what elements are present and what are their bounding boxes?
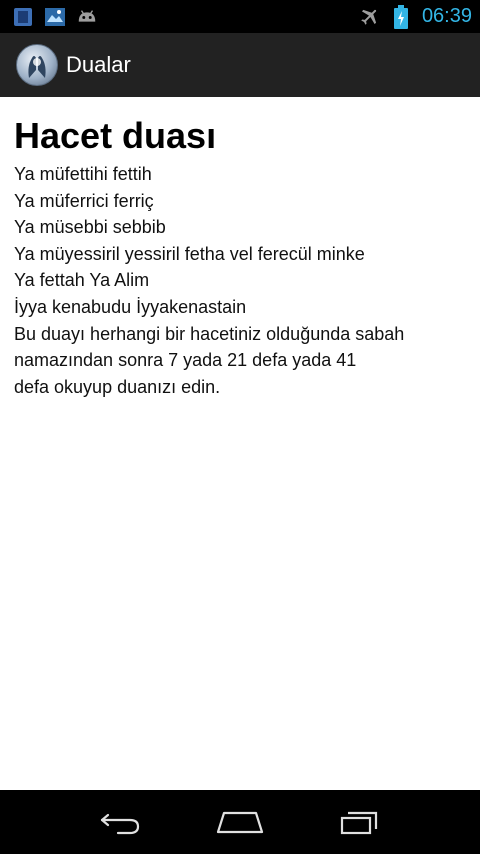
recent-apps-button[interactable] (330, 802, 390, 842)
home-icon (216, 811, 264, 834)
instruction-line-3: defa okuyup duanızı edin. (14, 376, 221, 397)
content-area: Hacet duası Ya müfettihi fettih Ya müfer… (0, 97, 480, 790)
image-notification-icon (44, 6, 66, 28)
prayer-line-3: Ya müsebbi sebbib (14, 217, 166, 238)
android-notification-icon (76, 6, 98, 28)
prayer-line-5: Ya fettah Ya Alim (14, 270, 150, 291)
page-title: Hacet duası (14, 115, 217, 156)
recent-apps-icon (340, 811, 378, 835)
back-icon (100, 813, 140, 835)
app-title: Dualar (66, 52, 131, 77)
instruction-line-1: Bu duayı herhangi bir hacetiniz olduğund… (14, 323, 405, 344)
prayer-line-2: Ya müferrici ferriç (14, 190, 154, 211)
battery-charging-icon (390, 4, 412, 29)
app-logo-icon[interactable] (16, 44, 58, 86)
prayer-line-6: İyya kenabudu İyyakenastain (14, 296, 247, 317)
home-button[interactable] (210, 802, 270, 842)
navigation-bar (0, 790, 480, 854)
back-button[interactable] (90, 802, 150, 842)
action-bar: Dualar (0, 33, 480, 97)
airplane-mode-icon (358, 6, 380, 28)
notification-area (12, 6, 98, 28)
instruction-line-2: namazından sonra 7 yada 21 defa yada 41 (14, 350, 357, 371)
status-clock: 06:39 (421, 5, 472, 27)
app-notification-icon (12, 6, 34, 28)
system-icons: 06:39 (358, 4, 472, 29)
status-bar: 06:39 (0, 0, 480, 33)
prayer-line-4: Ya müyessiril yessiril fetha vel ferecül… (14, 243, 365, 264)
prayer-line-1: Ya müfettihi fettih (14, 164, 152, 184)
